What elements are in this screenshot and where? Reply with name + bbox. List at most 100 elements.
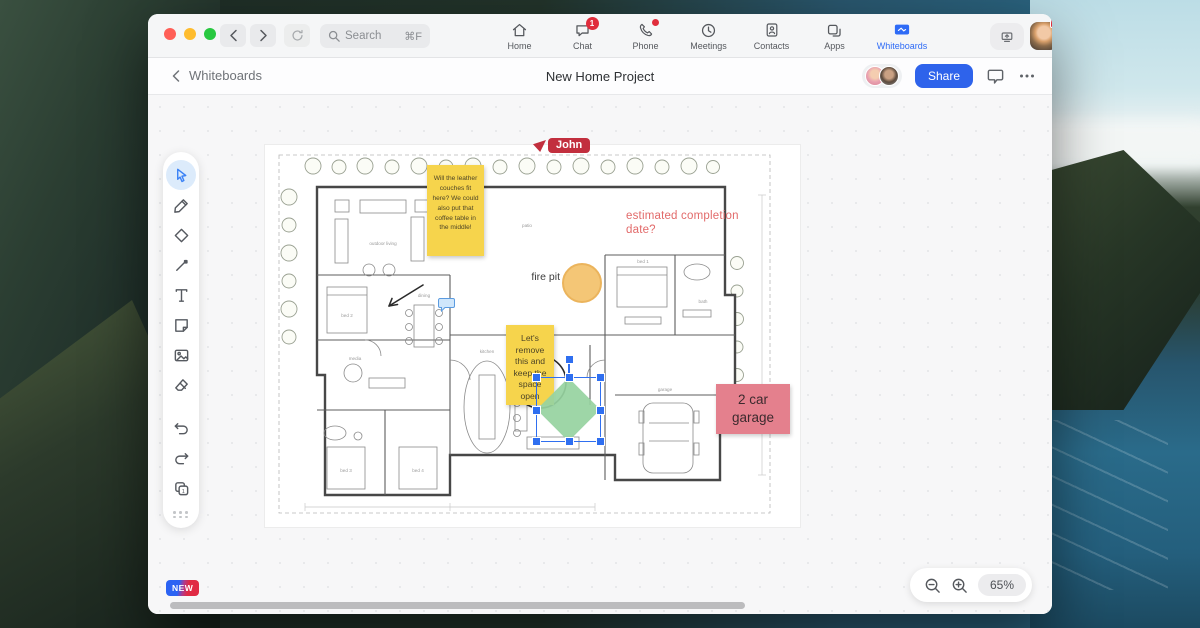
avatar	[879, 66, 899, 86]
more-options-icon[interactable]	[1018, 67, 1036, 85]
screen-share-icon	[999, 29, 1015, 45]
nav-tab-chat[interactable]: 1 Chat	[551, 17, 614, 55]
text-tool-button[interactable]	[166, 280, 196, 310]
nav-tab-phone[interactable]: Phone	[614, 17, 677, 55]
contacts-icon	[764, 22, 780, 38]
zoom-out-icon[interactable]	[924, 577, 941, 594]
text-annotation-fire-pit[interactable]: fire pit	[505, 271, 560, 283]
undo-button[interactable]	[166, 413, 196, 443]
undo-icon	[173, 420, 190, 437]
whiteboards-icon	[893, 22, 911, 38]
account-avatar[interactable]	[1030, 22, 1052, 50]
pen-tool-button[interactable]	[166, 190, 196, 220]
sticky-note-garage[interactable]: 2 car garage	[716, 384, 790, 434]
collaborator-avatars[interactable]	[862, 64, 902, 88]
toolbar-drag-handle[interactable]	[173, 511, 189, 518]
nav-tab-home[interactable]: Home	[488, 17, 551, 55]
minimize-window-button[interactable]	[184, 28, 196, 40]
svg-text:patio: patio	[522, 223, 532, 228]
zoom-controls: 65%	[910, 568, 1032, 602]
close-window-button[interactable]	[164, 28, 176, 40]
shape-tool-button[interactable]	[166, 220, 196, 250]
image-tool-button[interactable]	[166, 340, 196, 370]
selection-handle[interactable]	[533, 407, 540, 414]
selection-handle[interactable]	[533, 438, 540, 445]
fire-pit-shape[interactable]	[562, 263, 602, 303]
selection-handle[interactable]	[566, 374, 573, 381]
svg-text:bath: bath	[699, 299, 708, 304]
green-diamond-shape[interactable]	[537, 378, 601, 442]
forward-button[interactable]	[250, 24, 276, 47]
refresh-icon	[291, 29, 304, 42]
frames-button[interactable]: 1	[166, 473, 196, 503]
selection-handle[interactable]	[566, 438, 573, 445]
svg-text:bed 2: bed 2	[341, 313, 353, 318]
select-tool-button[interactable]	[166, 160, 196, 190]
phone-notification-dot	[652, 19, 659, 26]
share-screen-button[interactable]	[990, 23, 1024, 50]
window-controls	[164, 28, 216, 40]
collaborator-cursor-john: John	[533, 138, 590, 153]
nav-label: Whiteboards	[877, 41, 928, 51]
sticky-note-icon	[173, 317, 190, 334]
svg-text:dining: dining	[418, 293, 431, 298]
zoom-in-icon[interactable]	[951, 577, 968, 594]
svg-text:outdoor living: outdoor living	[369, 241, 397, 246]
recording-badge-icon	[1050, 19, 1052, 28]
diamond-icon	[173, 227, 190, 244]
frames-icon: 1	[173, 480, 190, 497]
refresh-button[interactable]	[284, 24, 310, 47]
text-annotation-completion-date[interactable]: estimated completion date?	[626, 209, 754, 238]
nav-tab-meetings[interactable]: Meetings	[677, 17, 740, 55]
svg-text:1: 1	[181, 489, 184, 495]
selection-handle[interactable]	[597, 438, 604, 445]
rotation-handle[interactable]	[566, 356, 573, 363]
chevron-right-icon	[259, 29, 268, 42]
clock-icon	[700, 22, 717, 39]
svg-text:kitchen: kitchen	[480, 349, 495, 354]
nav-label: Chat	[573, 41, 592, 51]
nav-label: Home	[507, 41, 531, 51]
selection-handle[interactable]	[597, 407, 604, 414]
arrow-connector-icon	[173, 257, 190, 274]
pen-icon	[173, 197, 190, 214]
search-shortcut: ⌘F	[404, 30, 422, 43]
apps-icon	[826, 22, 843, 39]
nav-label: Contacts	[754, 41, 790, 51]
wallpaper-ridge	[1030, 150, 1200, 410]
top-chrome-bar: Search ⌘F Home 1 Chat Phone	[148, 14, 1052, 58]
header-actions: Share	[862, 64, 1036, 88]
cursor-name-label: John	[548, 138, 590, 153]
cursor-icon	[173, 167, 190, 184]
svg-text:media: media	[349, 356, 362, 361]
whiteboard-header: Whiteboards New Home Project Share	[148, 58, 1052, 95]
connector-tool-button[interactable]	[166, 250, 196, 280]
eraser-tool-button[interactable]	[166, 370, 196, 400]
fullscreen-window-button[interactable]	[204, 28, 216, 40]
comment-icon[interactable]	[986, 67, 1005, 86]
selection-handle[interactable]	[533, 374, 540, 381]
whiteboard-page[interactable]: outdoor living patio dining kitchen bed …	[265, 145, 800, 527]
cursor-pointer-icon	[533, 140, 546, 152]
share-button[interactable]: Share	[915, 64, 973, 88]
sticky-note-tool-button[interactable]	[166, 310, 196, 340]
nav-tab-whiteboards[interactable]: Whiteboards	[866, 17, 938, 55]
eraser-icon	[173, 377, 190, 394]
nav-tab-apps[interactable]: Apps	[803, 17, 866, 55]
search-icon	[328, 30, 340, 42]
redo-icon	[173, 450, 190, 467]
zoom-level-value[interactable]: 65%	[978, 574, 1026, 596]
search-input[interactable]: Search ⌘F	[320, 24, 430, 48]
search-placeholder: Search	[345, 30, 381, 42]
sticky-note-couches[interactable]: Will the leather couches fit here? We co…	[427, 165, 484, 256]
phone-icon	[638, 22, 654, 38]
selection-handle[interactable]	[597, 374, 604, 381]
horizontal-scrollbar[interactable]	[170, 602, 745, 609]
chat-unread-badge: 1	[586, 17, 599, 30]
selected-shape-group[interactable]	[536, 377, 601, 442]
back-button[interactable]	[220, 24, 246, 47]
comment-pin-icon[interactable]	[438, 297, 455, 312]
zoom-app-window: Search ⌘F Home 1 Chat Phone	[148, 14, 1052, 614]
redo-button[interactable]	[166, 443, 196, 473]
nav-tab-contacts[interactable]: Contacts	[740, 17, 803, 55]
